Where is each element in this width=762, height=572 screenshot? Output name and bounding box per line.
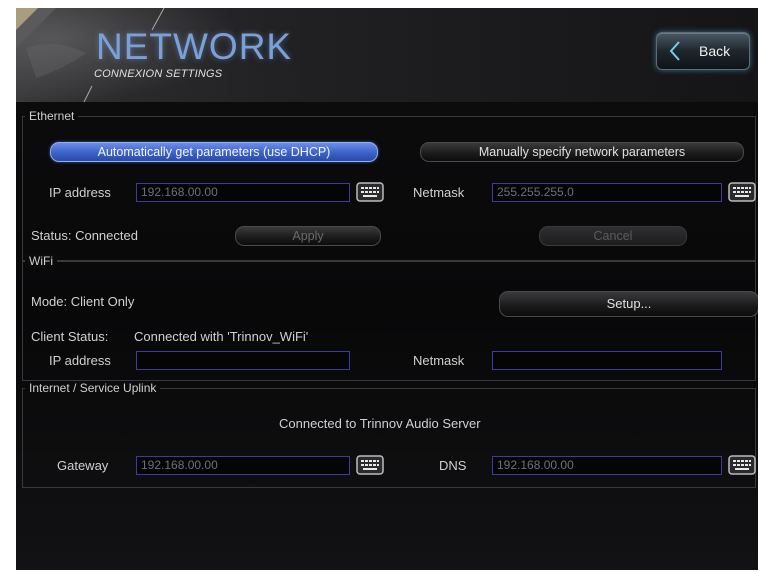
wifi-mode: Mode: Client Only (31, 294, 135, 309)
back-button[interactable]: Back (656, 32, 750, 70)
wifi-ip-label: IP address (49, 353, 111, 368)
wifi-setup-button[interactable]: Setup... (499, 291, 758, 317)
ethernet-netmask-label: Netmask (413, 185, 465, 200)
cancel-button[interactable]: Cancel (539, 226, 687, 246)
client-status-label: Client Status: (31, 329, 109, 344)
ethernet-group: Ethernet Automatically get parameters (u… (22, 109, 756, 261)
wifi-ip-field[interactable] (136, 351, 350, 370)
gateway-label: Gateway (57, 458, 109, 473)
chevron-left-icon (663, 39, 687, 63)
wifi-netmask-field[interactable] (492, 351, 722, 370)
dns-label: DNS (439, 458, 467, 473)
network-settings-screen: NETWORK CONNEXION SETTINGS Back Ethernet… (16, 8, 758, 570)
uplink-status: Connected to Trinnov Audio Server (279, 416, 481, 431)
keyboard-icon[interactable] (356, 454, 384, 476)
page-title: NETWORK (96, 26, 293, 67)
wifi-legend: WiFi (25, 254, 57, 268)
uplink-legend: Internet / Service Uplink (25, 381, 161, 395)
apply-button[interactable]: Apply (235, 226, 381, 246)
dns-field[interactable]: 192.168.00.00 (492, 456, 722, 475)
gateway-field[interactable]: 192.168.00.00 (136, 456, 350, 475)
wifi-group: WiFi Mode: Client Only Setup... Client S… (22, 254, 758, 381)
keyboard-icon[interactable] (728, 454, 756, 476)
keyboard-icon[interactable] (356, 181, 384, 203)
header: NETWORK CONNEXION SETTINGS Back (16, 8, 758, 103)
back-button-label: Back (699, 43, 731, 59)
manual-params-button[interactable]: Manually specify network parameters (420, 142, 744, 162)
ethernet-status: Status: Connected (31, 228, 138, 243)
wifi-netmask-label: Netmask (413, 353, 465, 368)
uplink-group: Internet / Service Uplink Connected to T… (22, 381, 756, 488)
ethernet-netmask-field[interactable]: 255.255.255.0 (492, 183, 722, 202)
client-status-value: Connected with 'Trinnov_WiFi' (134, 329, 309, 344)
ethernet-ip-label: IP address (49, 185, 111, 200)
ethernet-legend: Ethernet (25, 109, 79, 123)
ethernet-ip-field[interactable]: 192.168.00.00 (136, 183, 350, 202)
page-subtitle: CONNEXION SETTINGS (94, 68, 223, 80)
dhcp-button[interactable]: Automatically get parameters (use DHCP) (50, 142, 378, 162)
keyboard-icon[interactable] (728, 181, 756, 203)
